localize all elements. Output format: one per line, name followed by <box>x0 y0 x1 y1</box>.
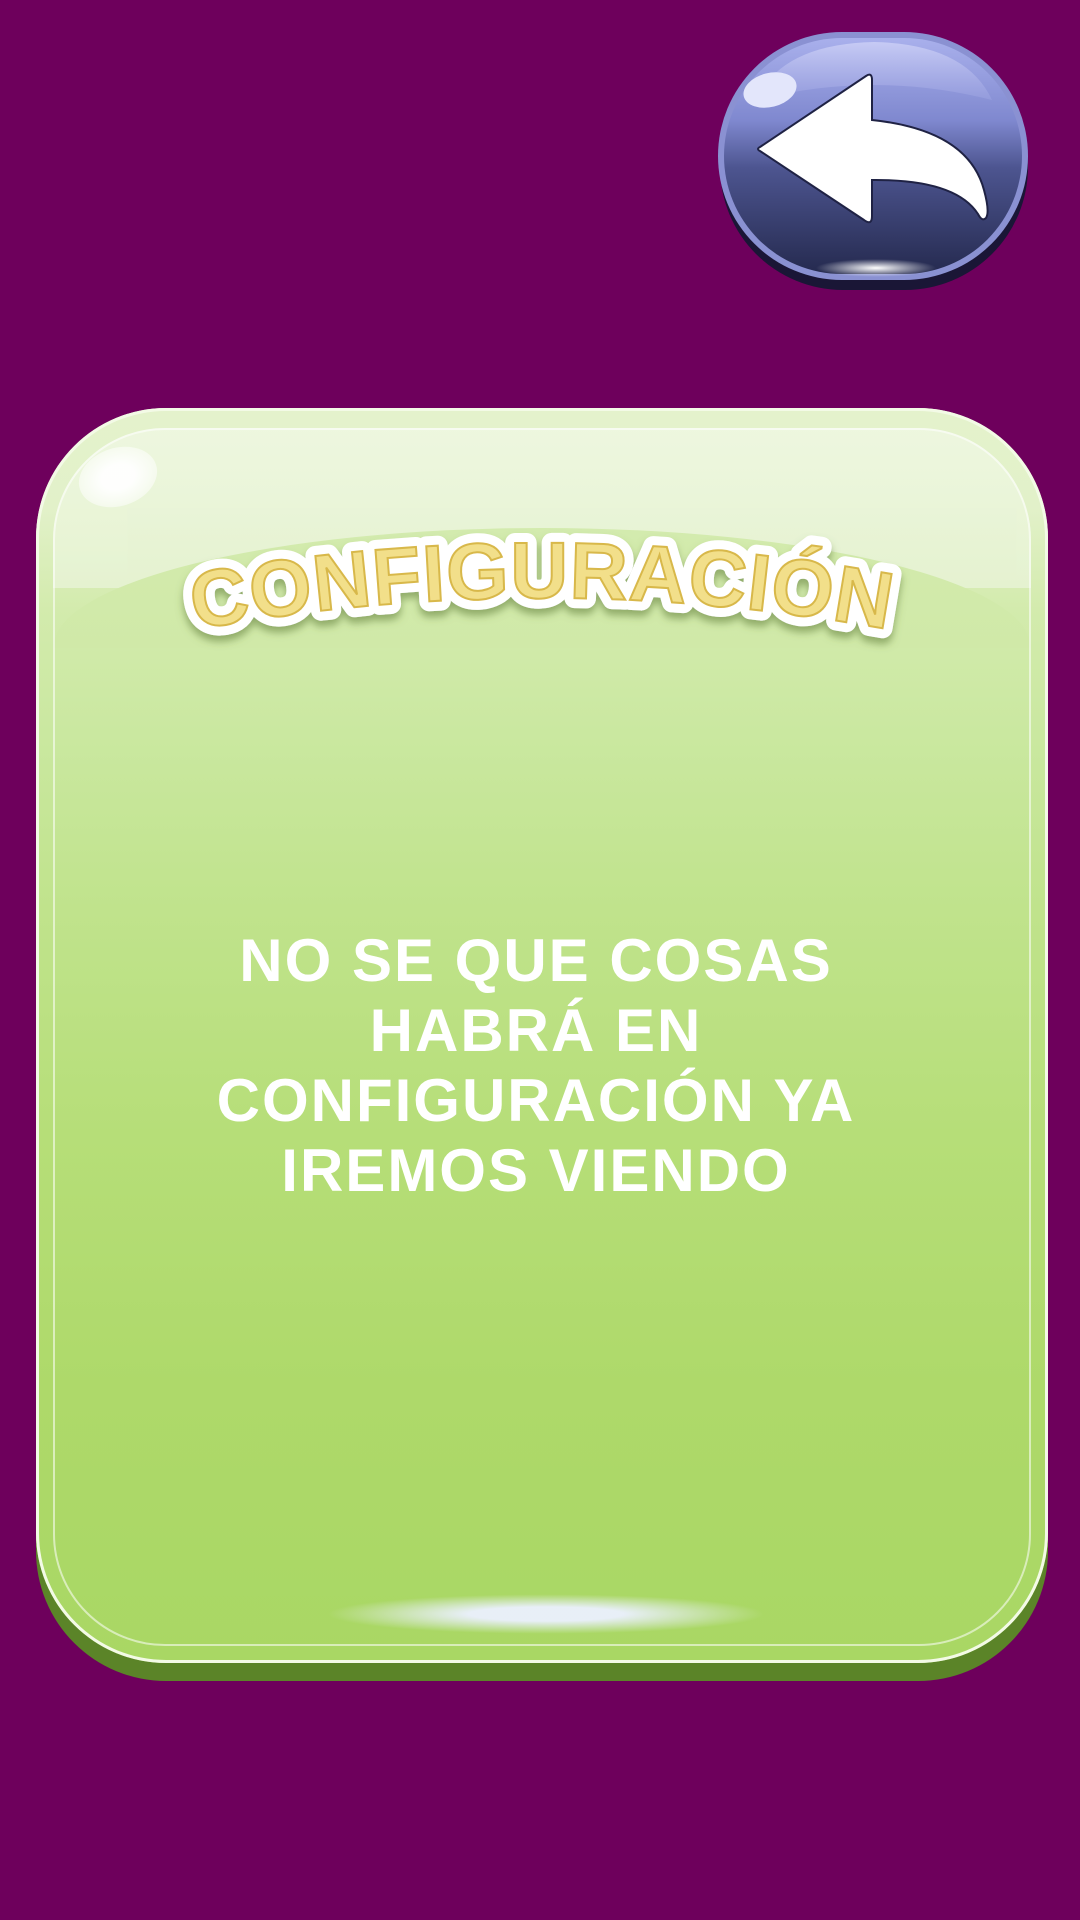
panel-bottom-glow <box>326 1594 766 1634</box>
page-title: CONFIGURACIÓN CONFIGURACIÓN <box>36 516 1048 656</box>
svg-text:CONFIGURACIÓN: CONFIGURACIÓN <box>183 526 900 646</box>
page-title-text: CONFIGURACIÓN <box>182 525 900 647</box>
settings-panel: CONFIGURACIÓN CONFIGURACIÓN NO SE QUE CO… <box>36 408 1048 1681</box>
back-button[interactable] <box>716 30 1032 292</box>
back-arrow-icon <box>718 32 1028 290</box>
panel-message: NO SE QUE COSAS HABRÁ EN CONFIGURACIÓN Y… <box>216 927 856 1204</box>
